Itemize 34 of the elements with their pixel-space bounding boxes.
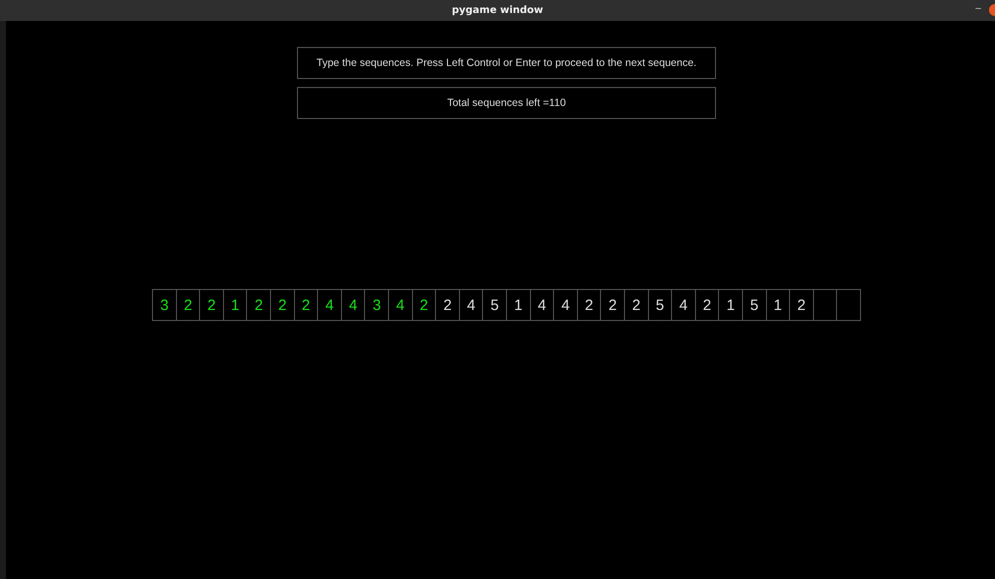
minimize-button[interactable]: –	[973, 3, 983, 14]
digit-cell: 2	[436, 289, 460, 321]
digit-cell: 1	[507, 289, 531, 321]
digit-cell: 4	[530, 289, 554, 321]
digit-cell: 2	[271, 289, 295, 321]
digit-cell: 1	[224, 289, 248, 321]
digit-cell: 2	[696, 289, 720, 321]
digit-cell: 2	[247, 289, 272, 321]
digit-cell: 4	[342, 289, 366, 321]
instructions-text: Type the sequences. Press Left Control or Enter to proceed to the next sequence.	[316, 57, 696, 69]
digit-cell: 1	[766, 289, 790, 321]
digit-cell: 3	[365, 289, 390, 321]
digit-cell: 5	[648, 289, 672, 321]
digit-cell: 5	[483, 289, 507, 321]
digit-cell: 1	[719, 289, 743, 321]
digit-cell: 2	[176, 289, 200, 321]
digit-cell: 2	[578, 289, 602, 321]
empty-cell	[814, 289, 838, 321]
digit-cell: 4	[554, 289, 578, 321]
sequences-left-text: Total sequences left =110	[447, 97, 566, 109]
digit-cell: 2	[294, 289, 318, 321]
digit-cell: 3	[153, 289, 177, 321]
digit-cell: 2	[412, 289, 436, 321]
digit-cell: 4	[460, 289, 484, 321]
digit-cell: 2	[200, 289, 224, 321]
digit-cell: 4	[318, 289, 342, 321]
digit-cell: 2	[790, 289, 814, 321]
digit-cell: 4	[672, 289, 696, 321]
digit-cell: 5	[742, 289, 767, 321]
digit-cell: 4	[389, 289, 413, 321]
digit-cell: 2	[601, 289, 625, 321]
digit-cell: 2	[624, 289, 649, 321]
window-title: pygame window	[452, 5, 544, 16]
empty-cell	[837, 289, 861, 321]
